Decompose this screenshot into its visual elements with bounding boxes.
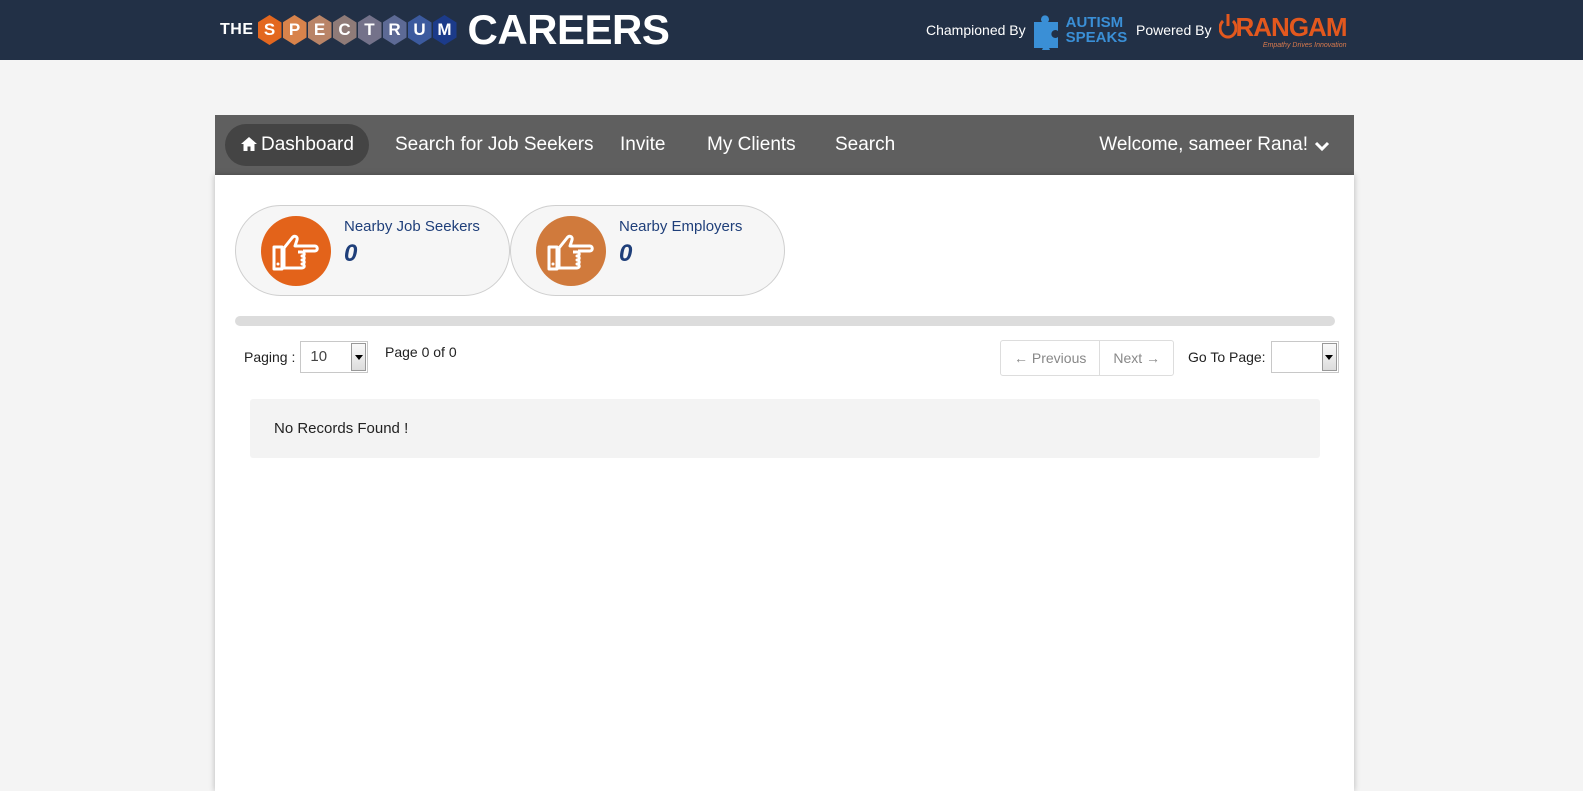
rangam-name: RANGAM	[1235, 11, 1347, 42]
page-size-value: 10	[310, 348, 328, 365]
brand-letter: T	[357, 15, 382, 45]
pointing-hand-icon	[547, 234, 594, 271]
stat-value: 0	[619, 240, 633, 267]
brand-letter: R	[382, 15, 407, 45]
nav-label: Search for Job Seekers	[395, 134, 594, 155]
nav-dashboard[interactable]: Dashboard	[225, 124, 369, 166]
autism-word: AUTISM	[1065, 14, 1124, 31]
nav-my-clients[interactable]: My Clients	[692, 124, 811, 166]
powered-by: Powered By RANGAM Empathy Drives Innovat…	[1136, 8, 1347, 52]
stat-nearby-employers[interactable]: Nearby Employers 0	[510, 205, 785, 296]
brand-letter: P	[282, 15, 307, 45]
go-to-page: Go To Page:	[1188, 340, 1339, 374]
brand-letter: U	[407, 15, 432, 45]
stat-label: Nearby Employers	[619, 218, 743, 235]
rangam-logo[interactable]: RANGAM Empathy Drives Innovation	[1219, 11, 1347, 49]
go-to-page-select[interactable]	[1270, 341, 1339, 373]
autism-speaks-logo[interactable]: AUTISM SPEAKS	[1030, 10, 1128, 50]
no-records-message: No Records Found !	[250, 399, 1320, 458]
stat-nearby-job-seekers[interactable]: Nearby Job Seekers 0	[235, 205, 510, 296]
rangam-tagline: Empathy Drives Innovation	[1262, 41, 1347, 49]
brand-letter: M	[432, 15, 457, 45]
stat-label: Nearby Job Seekers	[344, 218, 480, 235]
brand-main: CAREERS	[467, 6, 670, 53]
welcome-text: Welcome, sameer Rana!	[1099, 134, 1308, 155]
page-size-select[interactable]: 10	[300, 341, 369, 373]
caret-down-icon	[1321, 343, 1337, 371]
brand-hex-letters: S P E C T R U M	[257, 15, 458, 45]
nav-label: Invite	[620, 134, 666, 155]
user-menu[interactable]: Welcome, sameer Rana!	[1099, 124, 1330, 166]
paging-control: Paging : 10	[244, 340, 369, 374]
caret-down-icon	[351, 343, 367, 371]
brand-letter: S	[257, 15, 282, 45]
top-header: THE S P E C T R U M CAREERS Championed B…	[0, 0, 1583, 60]
divider-bar	[235, 316, 1335, 326]
puzzle-piece-icon	[1033, 15, 1058, 50]
next-button[interactable]: Next →	[1099, 341, 1173, 375]
stat-icon-circle	[536, 216, 606, 286]
goto-label: Go To Page:	[1188, 349, 1266, 365]
championed-by: Championed By AUTISM SPEAKS	[926, 8, 1127, 52]
nav-label: My Clients	[707, 134, 796, 155]
brand-letter: C	[332, 15, 357, 45]
nav-label: Dashboard	[261, 134, 354, 155]
previous-button[interactable]: ← Previous	[1001, 341, 1099, 375]
main-nav: Dashboard Search for Job Seekers Invite …	[215, 115, 1354, 175]
nav-search[interactable]: Search	[820, 124, 910, 166]
nav-label: Search	[835, 134, 896, 155]
stat-value: 0	[344, 240, 358, 267]
home-icon	[241, 137, 257, 151]
championed-label: Championed By	[926, 22, 1026, 38]
brand-letter: E	[307, 15, 332, 45]
nav-search-job-seekers[interactable]: Search for Job Seekers	[380, 124, 609, 166]
chevron-down-icon	[1314, 141, 1330, 152]
pointing-hand-icon	[272, 234, 319, 271]
brand-prefix: THE	[220, 21, 254, 38]
spectrum-careers-logo[interactable]: THE S P E C T R U M CAREERS	[220, 6, 670, 53]
paging-label: Paging :	[244, 349, 296, 365]
powered-label: Powered By	[1136, 22, 1212, 38]
page-info: Page 0 of 0	[385, 344, 457, 360]
pagination: ← Previous Next →	[1000, 340, 1175, 376]
dashboard-panel: Nearby Job Seekers 0 Nearby Employers 0 …	[215, 175, 1354, 791]
speaks-word: SPEAKS	[1065, 29, 1128, 46]
nav-invite[interactable]: Invite	[605, 124, 680, 166]
stat-icon-circle	[261, 216, 331, 286]
